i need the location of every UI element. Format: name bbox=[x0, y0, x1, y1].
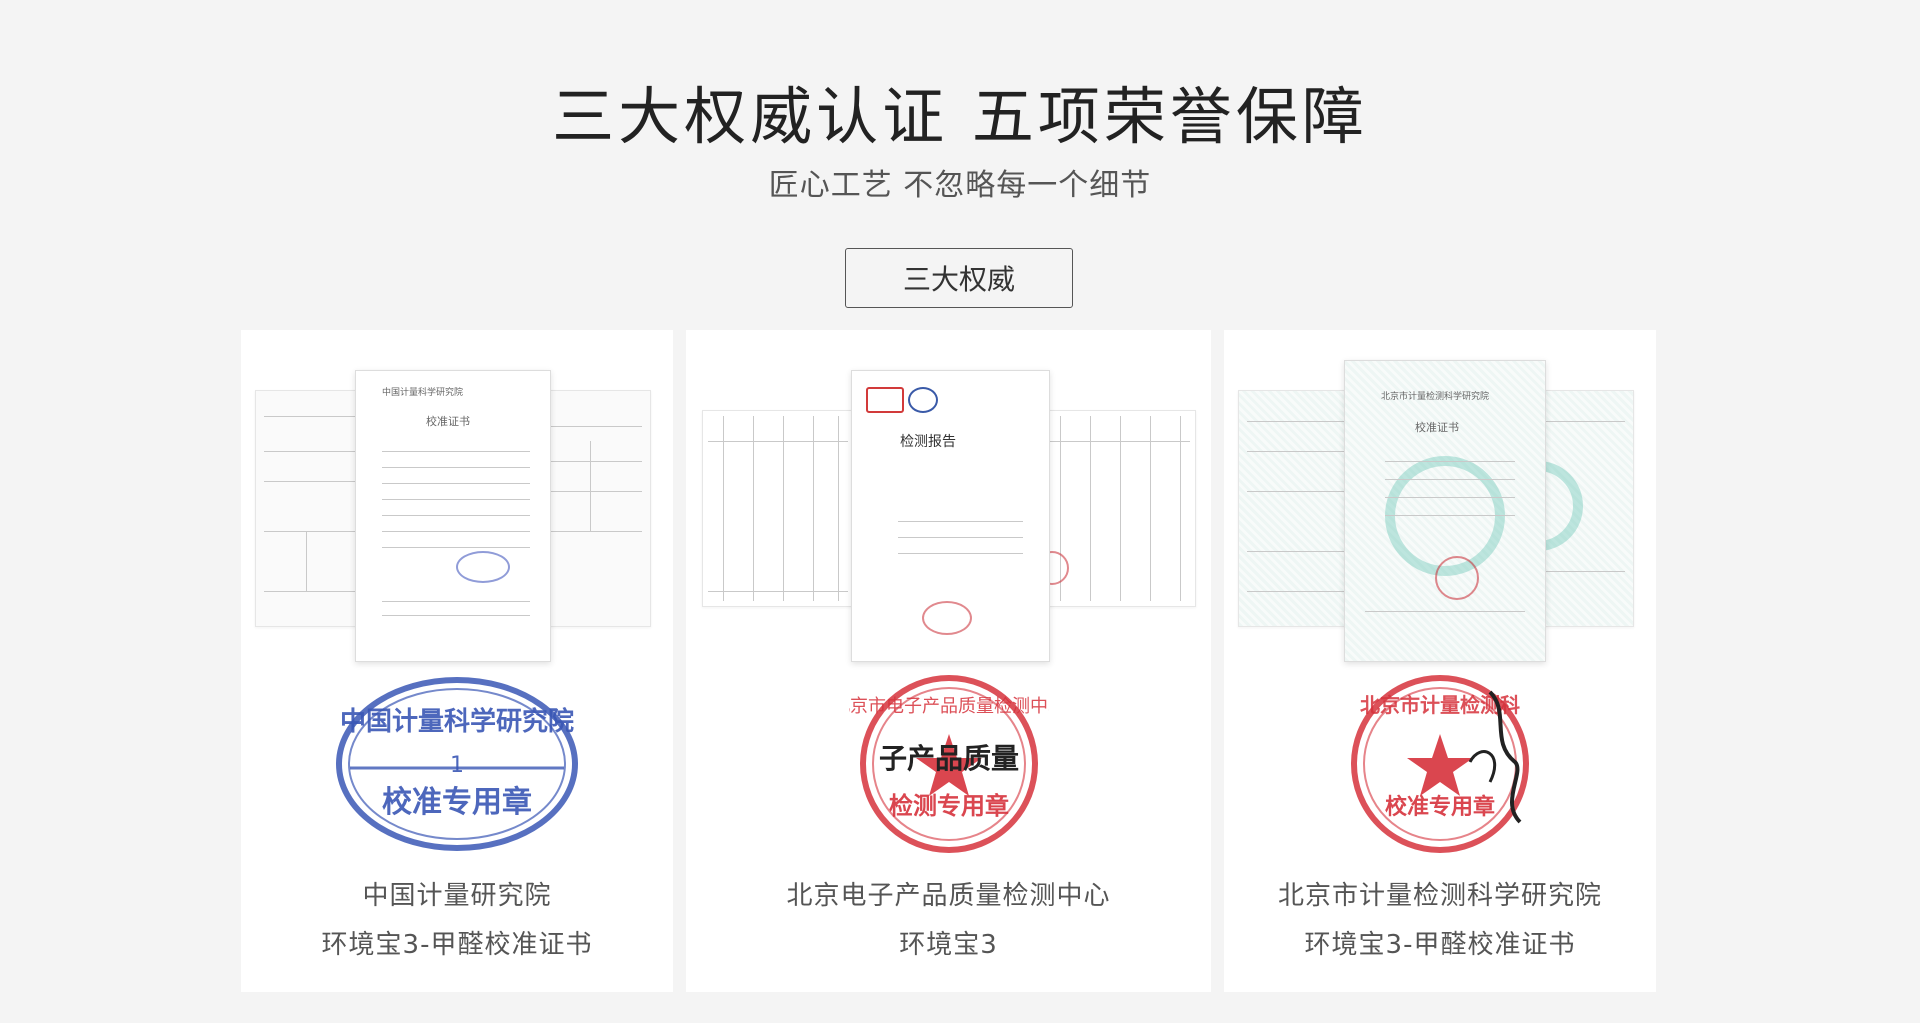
card-issuer: 北京市计量检测科学研究院 bbox=[1277, 881, 1602, 911]
cnas-logo-icon bbox=[908, 387, 938, 413]
certificate-documents-image: 中国计量科学研究院 校准证书 bbox=[241, 360, 673, 670]
certificate-documents-image: 北京市计量检测科学研究院 校准证书 bbox=[1224, 360, 1656, 670]
seal-top-text: 中国计量科学研究院 bbox=[340, 706, 574, 737]
inspection-seal: 北京市电子产品质量检测中心 子产品质量 检测专用章 bbox=[686, 672, 1211, 862]
card-certificate-name: 环境宝3-甲醛校准证书 bbox=[321, 930, 593, 960]
card-certificate-name: 环境宝3 bbox=[899, 930, 998, 960]
document-heading: 检测报告 bbox=[900, 434, 956, 450]
seal-bottom-text: 校准专用章 bbox=[382, 785, 532, 820]
test-report-documents-image: 检测报告 bbox=[686, 360, 1211, 670]
certificate-card[interactable]: 中国计量科学研究院 校准证书 中国计量科学研究院 1 校准专用章 中国计量研究院… bbox=[241, 330, 673, 992]
document-title: 北京市计量检测科学研究院 bbox=[1381, 392, 1490, 402]
card-certificate-name: 环境宝3-甲醛校准证书 bbox=[1304, 930, 1576, 960]
star-icon bbox=[1407, 734, 1473, 796]
certificate-card[interactable]: 检测报告 北京市电子产品质量检测中心 子产品质量 检测专用章 北京电子产品质量检… bbox=[686, 330, 1211, 992]
page-title: 三大权威认证 五项荣誉保障 bbox=[552, 80, 1368, 153]
certificate-card[interactable]: 北京市计量检测科学研究院 校准证书 北京市计量检测科 校准专用章 北京市计量检测… bbox=[1224, 330, 1656, 992]
seal-bottom-text: 检测专用章 bbox=[889, 792, 1009, 820]
page-subtitle: 匠心工艺 不忽略每一个细节 bbox=[768, 168, 1152, 203]
card-issuer: 中国计量研究院 bbox=[362, 881, 552, 911]
seal-middle-text: 子产品质量 bbox=[878, 742, 1018, 775]
seal-bottom-text: 校准专用章 bbox=[1385, 794, 1495, 820]
seal-top-text: 北京市电子产品质量检测中心 bbox=[849, 696, 1049, 717]
document-title: 中国计量科学研究院 bbox=[382, 388, 464, 398]
calibration-seal: 北京市计量检测科 校准专用章 bbox=[1224, 672, 1656, 862]
document-heading: 校准证书 bbox=[1415, 421, 1459, 434]
calibration-seal: 中国计量科学研究院 1 校准专用章 bbox=[241, 672, 673, 862]
cma-logo-icon bbox=[866, 387, 904, 413]
card-issuer: 北京电子产品质量检测中心 bbox=[786, 881, 1111, 911]
seal-middle-text: 1 bbox=[450, 753, 464, 778]
document-heading: 校准证书 bbox=[426, 415, 470, 428]
tab-authority[interactable]: 三大权威 bbox=[845, 248, 1073, 308]
